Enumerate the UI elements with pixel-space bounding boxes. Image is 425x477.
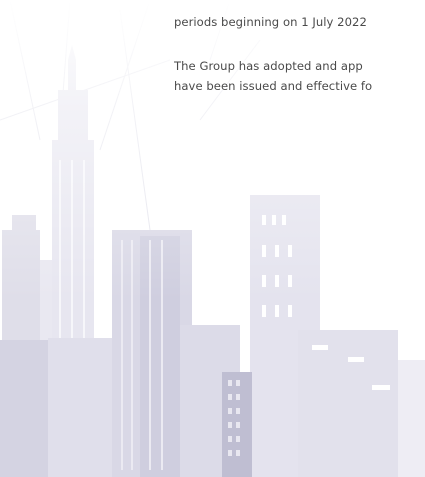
paragraph-line: periods beginning on 1 July 2022 [174, 15, 367, 29]
paragraph-line: have been issued and effective fo [174, 79, 373, 93]
paragraph-line: The Group has adopted and app [174, 59, 363, 73]
document-page: periods beginning on 1 July 2022 The Gro… [0, 0, 425, 477]
